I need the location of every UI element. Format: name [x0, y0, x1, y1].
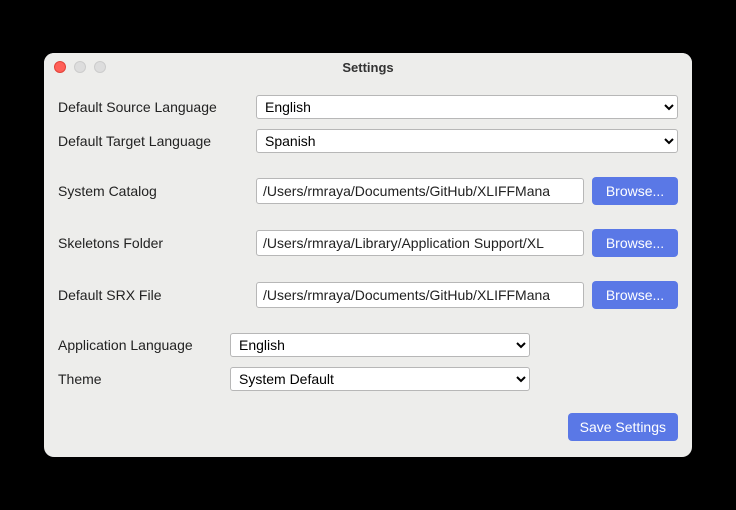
- minimize-icon[interactable]: [74, 61, 86, 73]
- source-language-select[interactable]: English: [256, 95, 678, 119]
- content: Default Source Language English Default …: [44, 81, 692, 457]
- skeletons-folder-label: Skeletons Folder: [58, 235, 248, 251]
- default-srx-browse-button[interactable]: Browse...: [592, 281, 678, 309]
- system-catalog-input[interactable]: [256, 178, 584, 204]
- target-language-select[interactable]: Spanish: [256, 129, 678, 153]
- skeletons-folder-input[interactable]: [256, 230, 584, 256]
- system-catalog-label: System Catalog: [58, 183, 248, 199]
- system-catalog-browse-button[interactable]: Browse...: [592, 177, 678, 205]
- settings-window: Settings Default Source Language English…: [44, 53, 692, 457]
- application-language-select[interactable]: English: [230, 333, 530, 357]
- maximize-icon[interactable]: [94, 61, 106, 73]
- close-icon[interactable]: [54, 61, 66, 73]
- application-language-label: Application Language: [58, 337, 222, 353]
- default-srx-input[interactable]: [256, 282, 584, 308]
- theme-select[interactable]: System Default: [230, 367, 530, 391]
- titlebar: Settings: [44, 53, 692, 81]
- skeletons-folder-browse-button[interactable]: Browse...: [592, 229, 678, 257]
- source-language-label: Default Source Language: [58, 99, 248, 115]
- save-settings-button[interactable]: Save Settings: [568, 413, 678, 441]
- window-title: Settings: [54, 60, 682, 75]
- traffic-lights: [54, 61, 106, 73]
- default-srx-label: Default SRX File: [58, 287, 248, 303]
- target-language-label: Default Target Language: [58, 133, 248, 149]
- theme-label: Theme: [58, 371, 222, 387]
